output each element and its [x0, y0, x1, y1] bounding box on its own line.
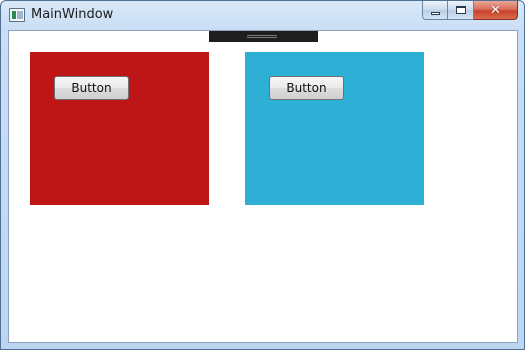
- caption-buttons: ✕: [422, 1, 518, 21]
- maximize-button[interactable]: [448, 1, 474, 20]
- app-window-icon[interactable]: [9, 8, 25, 22]
- drag-grip-handle[interactable]: [209, 31, 318, 42]
- window-title: MainWindow: [31, 7, 114, 22]
- title-bar[interactable]: MainWindow ✕: [1, 1, 524, 30]
- blue-panel: Button: [245, 52, 424, 205]
- red-panel: Button: [30, 52, 209, 205]
- close-button[interactable]: ✕: [474, 1, 518, 20]
- main-window: MainWindow ✕ Button Button: [0, 0, 525, 350]
- minimize-icon: [430, 11, 440, 15]
- red-panel-button[interactable]: Button: [54, 76, 129, 100]
- maximize-icon: [455, 6, 466, 14]
- client-area: Button Button: [8, 30, 518, 343]
- blue-panel-button[interactable]: Button: [269, 76, 344, 100]
- minimize-button[interactable]: [422, 1, 448, 20]
- close-icon: ✕: [490, 2, 501, 18]
